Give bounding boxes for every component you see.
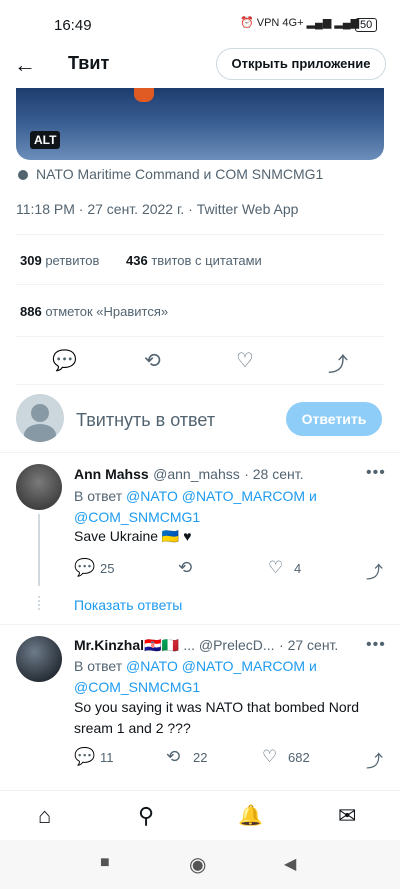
show-replies-link[interactable]: Показать ответы — [74, 597, 182, 613]
likes-label: отметок «Нравится» — [45, 304, 169, 319]
thread-line — [38, 514, 40, 586]
page-title: Твит — [68, 53, 110, 73]
divider — [16, 336, 384, 337]
divider — [0, 452, 400, 453]
search-icon[interactable]: ⚲ — [138, 803, 154, 829]
reply-text: So you saying it was NATO that bombed No… — [74, 697, 359, 739]
tweet-meta: 11:18 PM · 27 сент. 2022 г. · Twitter We… — [16, 201, 299, 217]
reply-icon[interactable]: 💬 — [52, 348, 77, 373]
user-handle[interactable]: ... @PrelecD... — [183, 637, 274, 653]
user-name[interactable]: Mr.Kinzhal🇭🇷🇮🇹 — [74, 637, 179, 653]
retweets-stat[interactable]: 309 ретвитов — [20, 253, 99, 268]
more-icon[interactable]: ••• — [366, 464, 386, 482]
user-handle[interactable]: @ann_mahss — [153, 466, 240, 482]
reply-to-mentions[interactable]: @NATO @NATO_MARCOM и — [126, 658, 317, 674]
user-name[interactable]: Ann Mahss — [74, 466, 149, 482]
reply-header: Ann Mahss @ann_mahss · 28 сент. — [74, 466, 303, 484]
reply-input[interactable]: Твитнуть в ответ — [76, 410, 215, 431]
back-button-icon[interactable]: ◀ — [284, 854, 296, 874]
burning-gas-spot — [134, 88, 154, 102]
status-icons: ⏰ VPN 4G+ ▂▄▆ ▂▄▆ — [240, 17, 360, 29]
reply-icon[interactable]: 💬 — [74, 558, 95, 578]
bottom-nav: ⌂ ⚲ 🔔 ✉ — [0, 790, 400, 841]
reply-icon[interactable]: 💬 — [74, 747, 95, 767]
avatar[interactable] — [16, 636, 62, 682]
divider — [0, 624, 400, 625]
reply-to: В ответ @NATO @NATO_MARCOM и @COM_SNMCMG… — [74, 656, 317, 698]
recents-icon[interactable]: ■ — [100, 854, 110, 872]
status-time: 16:49 — [54, 17, 92, 34]
quotes-count: 436 — [126, 253, 148, 268]
open-app-button[interactable]: Открыть приложение — [216, 48, 386, 80]
like-icon[interactable]: ♡ — [268, 558, 283, 578]
alt-badge[interactable]: ALT — [30, 131, 61, 149]
avatar[interactable] — [16, 464, 62, 510]
more-icon[interactable]: ••• — [366, 636, 386, 654]
retweets-label: ретвитов — [45, 253, 100, 268]
home-icon[interactable]: ⌂ — [38, 803, 51, 829]
divider — [16, 284, 384, 285]
reply-to-mentions[interactable]: @NATO @NATO_MARCOM и — [126, 488, 317, 504]
reply-text: Save Ukraine 🇺🇦 ♥ — [74, 528, 192, 544]
likes-count: 886 — [20, 304, 42, 319]
reply-to-mentions-2[interactable]: @COM_SNMCMG1 — [74, 679, 200, 695]
reply-count: 11 — [100, 750, 114, 765]
battery-indicator: 50 — [355, 18, 378, 32]
system-nav-bar: ■ ◉ ◀ — [0, 840, 400, 889]
share-icon[interactable]: ⤴ — [366, 558, 383, 583]
divider — [16, 234, 384, 235]
like-count: 682 — [288, 750, 310, 765]
tweet-media-image[interactable] — [16, 88, 384, 160]
retweet-icon[interactable]: ⟲ — [166, 747, 180, 767]
retweet-count: 22 — [193, 750, 208, 765]
reply-button[interactable]: Ответить — [286, 402, 382, 436]
share-icon[interactable]: ⤴ — [328, 348, 348, 377]
reply-date[interactable]: · 27 сент. — [279, 637, 338, 653]
quotes-stat[interactable]: 436 твитов с цитатами — [126, 253, 262, 268]
like-count: 4 — [294, 561, 302, 576]
retweets-count: 309 — [20, 253, 42, 268]
tagged-users-text: NATO Maritime Command и COM SNMCMG1 — [36, 166, 324, 182]
my-avatar — [16, 394, 64, 442]
reply-count: 25 — [100, 561, 115, 576]
thread-dots — [38, 596, 42, 610]
share-icon[interactable]: ⤴ — [366, 747, 383, 772]
reply-header: Mr.Kinzhal🇭🇷🇮🇹 ... @PrelecD... · 27 сент… — [74, 637, 338, 655]
reply-text-line1: So you saying it was NATO that bombed No… — [74, 699, 360, 715]
home-button-icon[interactable]: ◉ — [189, 852, 206, 877]
status-bar: 16:49 ⏰ VPN 4G+ ▂▄▆ ▂▄▆ 50 — [0, 0, 400, 40]
notifications-icon[interactable]: 🔔 — [238, 803, 263, 828]
reply-text-line2: sream 1 and 2 ??? — [74, 720, 191, 736]
retweet-icon[interactable]: ⟲ — [144, 348, 161, 373]
messages-icon[interactable]: ✉ — [338, 803, 356, 829]
reply-to: В ответ @NATO @NATO_MARCOM и @COM_SNMCMG… — [74, 486, 317, 528]
person-icon — [18, 170, 28, 181]
retweet-icon[interactable]: ⟲ — [178, 558, 192, 578]
likes-stat[interactable]: 886 отметок «Нравится» — [20, 304, 168, 319]
back-arrow-icon[interactable]: ← — [14, 52, 36, 78]
reply-date[interactable]: · 28 сент. — [244, 466, 303, 482]
quotes-label: твитов с цитатами — [151, 253, 262, 268]
reply-to-prefix: В ответ — [74, 488, 123, 504]
reply-to-mentions-2[interactable]: @COM_SNMCMG1 — [74, 509, 200, 525]
like-icon[interactable]: ♡ — [236, 348, 254, 373]
tagged-users[interactable]: NATO Maritime Command и COM SNMCMG1 — [18, 166, 323, 182]
tweet-actions: 💬 ⟲ ♡ ⤴ — [0, 348, 400, 377]
divider — [16, 384, 384, 385]
like-icon[interactable]: ♡ — [262, 747, 277, 767]
reply-to-prefix: В ответ — [74, 658, 123, 674]
